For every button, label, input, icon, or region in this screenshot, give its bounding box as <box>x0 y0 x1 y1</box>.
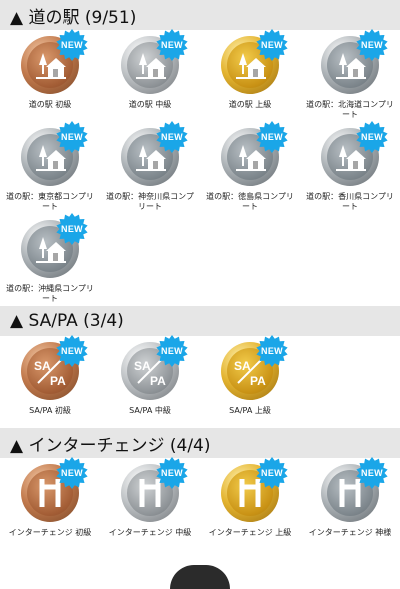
new-badge: NEW <box>55 212 89 246</box>
badge-item[interactable]: NEW インターチェンジ 神様 <box>300 457 400 550</box>
badge-label: 道の駅：香川県コンプリート <box>306 192 394 211</box>
sapa-icon-text-pa: PA <box>250 374 266 388</box>
badge-item[interactable]: NEW 道の駅：神奈川県コンプリート <box>100 121 200 214</box>
badge-grid: NEW 道の駅 初級 NEW 道の駅 中級 NEW 道の駅 上級 NEW 道の駅：北海道コンプ… <box>0 29 400 306</box>
new-badge-label: NEW <box>61 468 83 478</box>
medal-container: NEW <box>115 121 188 188</box>
badge-item[interactable]: NEW 道の駅：沖縄県コンプリート <box>0 213 100 306</box>
badge-item[interactable]: SA PA NEW SA/PA 初級 <box>0 335 100 428</box>
new-badge-label: NEW <box>161 132 183 142</box>
sapa-icon-text-sa: SA <box>34 359 51 373</box>
medal-container: NEW <box>315 121 388 188</box>
badge-label: 道の駅：東京都コンプリート <box>6 192 94 211</box>
new-badge: NEW <box>155 334 189 368</box>
badge-label: 道の駅 初級 <box>28 100 72 109</box>
new-badge: NEW <box>55 120 89 154</box>
medal-container: NEW <box>315 457 388 524</box>
new-badge: NEW <box>255 120 289 154</box>
new-badge-label: NEW <box>261 132 283 142</box>
badge-item[interactable]: NEW インターチェンジ 中級 <box>100 457 200 550</box>
badge-grid: SA PA NEW SA/PA 初級 SA PA NEW SA/PA 中級 SA PA NEW SA/… <box>0 335 400 428</box>
badge-label: 道の駅 中級 <box>128 100 172 109</box>
section-title: ▲ インターチェンジ (4/4) <box>10 435 211 456</box>
badge-item[interactable]: NEW インターチェンジ 上級 <box>200 457 300 550</box>
badge-label: インターチェンジ 上級 <box>208 528 292 537</box>
badge-label: 道の駅：神奈川県コンプリート <box>106 192 194 211</box>
badge-item[interactable]: NEW 道の駅 初級 <box>0 29 100 122</box>
badge-item[interactable]: NEW 道の駅：東京都コンプリート <box>0 121 100 214</box>
new-badge: NEW <box>355 120 389 154</box>
medal-container: NEW <box>115 29 188 96</box>
medal-container: SA PA NEW <box>115 335 188 402</box>
new-badge: NEW <box>355 28 389 62</box>
badge-label: インターチェンジ 神様 <box>308 528 392 537</box>
new-badge-label: NEW <box>61 132 83 142</box>
section-title: ▲ 道の駅 (9/51) <box>10 7 137 28</box>
new-badge: NEW <box>355 456 389 490</box>
new-badge-label: NEW <box>61 346 83 356</box>
medal-container: NEW <box>15 213 88 280</box>
new-badge: NEW <box>255 456 289 490</box>
badge-label: 道の駅：沖縄県コンプリート <box>6 284 94 303</box>
new-badge-label: NEW <box>261 346 283 356</box>
new-badge: NEW <box>255 28 289 62</box>
medal-container: NEW <box>15 29 88 96</box>
badge-grid: NEW インターチェンジ 初級 NEW インターチェンジ 中級 NEW インターチェンジ … <box>0 457 400 550</box>
new-badge: NEW <box>155 120 189 154</box>
new-badge-label: NEW <box>61 224 83 234</box>
new-badge-label: NEW <box>361 468 383 478</box>
new-badge: NEW <box>255 334 289 368</box>
badge-item[interactable]: NEW 道の駅：徳島県コンプリート <box>200 121 300 214</box>
medal-container: NEW <box>15 457 88 524</box>
sapa-icon-text-pa: PA <box>150 374 166 388</box>
badge-label: 道の駅 上級 <box>228 100 272 109</box>
new-badge-label: NEW <box>361 132 383 142</box>
medal-container: NEW <box>315 29 388 96</box>
new-badge-label: NEW <box>261 40 283 50</box>
new-badge-label: NEW <box>161 468 183 478</box>
medal-container: NEW <box>15 121 88 188</box>
medal-container: SA PA NEW <box>215 335 288 402</box>
new-badge: NEW <box>155 456 189 490</box>
section-header[interactable]: ▲ 道の駅 (9/51) <box>0 0 400 30</box>
new-badge: NEW <box>55 456 89 490</box>
badge-item[interactable]: NEW インターチェンジ 初級 <box>0 457 100 550</box>
new-badge: NEW <box>55 28 89 62</box>
badge-item[interactable]: NEW 道の駅 中級 <box>100 29 200 122</box>
sapa-icon-text-pa: PA <box>50 374 66 388</box>
section-header[interactable]: ▲ SA/PA (3/4) <box>0 306 400 336</box>
badge-label: インターチェンジ 初級 <box>8 528 92 537</box>
medal-container: NEW <box>215 29 288 96</box>
new-badge: NEW <box>55 334 89 368</box>
new-badge-label: NEW <box>161 346 183 356</box>
badge-item[interactable]: SA PA NEW SA/PA 中級 <box>100 335 200 428</box>
medal-container: NEW <box>215 457 288 524</box>
badge-item[interactable]: NEW 道の駅：香川県コンプリート <box>300 121 400 214</box>
badge-label: SA/PA 中級 <box>129 406 171 415</box>
badge-label: インターチェンジ 中級 <box>108 528 192 537</box>
badge-list: ▲ 道の駅 (9/51) NEW 道の駅 初級 NEW 道の駅 中級 NEW 道の駅 上級 N… <box>0 0 400 550</box>
sapa-icon-text-sa: SA <box>134 359 151 373</box>
new-badge-label: NEW <box>161 40 183 50</box>
bottom-handle[interactable] <box>170 565 230 589</box>
badge-label: SA/PA 上級 <box>229 406 271 415</box>
badge-item[interactable]: NEW 道の駅 上級 <box>200 29 300 122</box>
new-badge-label: NEW <box>261 468 283 478</box>
section-title: ▲ SA/PA (3/4) <box>10 311 124 331</box>
new-badge-label: NEW <box>361 40 383 50</box>
section-header[interactable]: ▲ インターチェンジ (4/4) <box>0 428 400 458</box>
medal-container: SA PA NEW <box>15 335 88 402</box>
badge-label: SA/PA 初級 <box>29 406 71 415</box>
new-badge-label: NEW <box>61 40 83 50</box>
new-badge: NEW <box>155 28 189 62</box>
badge-item[interactable]: NEW 道の駅：北海道コンプリート <box>300 29 400 122</box>
badge-label: 道の駅：北海道コンプリート <box>306 100 394 119</box>
medal-container: NEW <box>115 457 188 524</box>
sapa-icon-text-sa: SA <box>234 359 251 373</box>
medal-container: NEW <box>215 121 288 188</box>
badge-label: 道の駅：徳島県コンプリート <box>206 192 294 211</box>
badge-item[interactable]: SA PA NEW SA/PA 上級 <box>200 335 300 428</box>
